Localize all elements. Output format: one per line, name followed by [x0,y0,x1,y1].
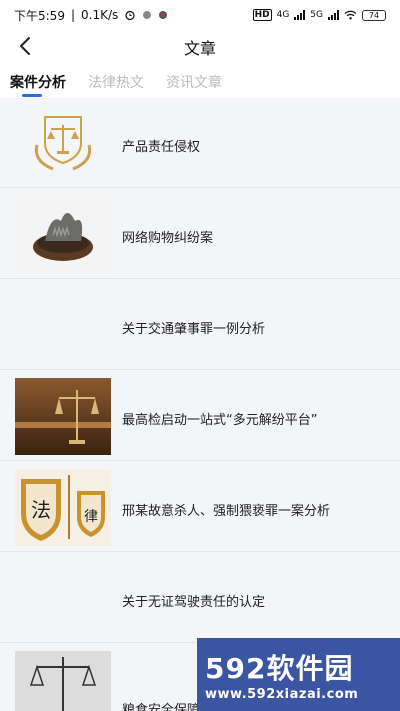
tab-news-articles[interactable]: 资讯文章 [166,64,222,92]
tab-case-analysis[interactable]: 案件分析 [10,64,66,92]
battery-icon: 74 [362,9,386,21]
app-notification-icon [159,11,168,19]
list-item[interactable]: 最高检启动一站式“多元解纷平台” [0,371,400,461]
list-item[interactable]: 关于无证驾驶责任的认定 [0,553,400,643]
watermark-brand: 592软件园 [205,652,354,685]
list-item[interactable]: 网络购物纠纷案 [0,189,400,279]
tab-bar: 案件分析 法律热文 资讯文章 [0,64,400,98]
hd-badge: HD [252,9,272,21]
law-shields-thumbnail: 法 律 [15,469,111,546]
chevron-left-icon[interactable] [14,34,38,58]
sea-cucumber-thumbnail [15,195,111,273]
svg-text:律: 律 [84,509,98,525]
list-item[interactable]: 关于交通肇事罪一例分析 [0,280,400,370]
active-tab-indicator [22,94,42,97]
net-5g-label: 5G [310,10,323,20]
article-title: 最高检启动一站式“多元解纷平台” [122,413,318,428]
signal-5g-icon [328,10,339,20]
status-bar: 下午5:59 | 0.1K/s HD 4G 5G 74 [0,0,400,30]
status-time: 下午5:59 [14,8,65,23]
page-title: 文章 [183,39,216,58]
net-4g-label: 4G [276,10,290,20]
scales-emblem-thumbnail [15,105,111,182]
scales-gray-thumbnail [15,651,111,711]
signal-4g-icon [294,10,306,20]
watermark-logo: 592软件园 www.592xiazai.com [197,638,400,711]
scales-courtroom-thumbnail [15,378,111,455]
title-bar: 文章 [0,30,400,64]
tab-legal-hot[interactable]: 法律热文 [88,64,144,92]
status-net-speed: 0.1K/s [81,8,119,22]
svg-text:法: 法 [31,498,51,522]
wifi-icon [344,10,357,20]
list-item[interactable]: 法 律 邢某故意杀人、强制猥亵罪一案分析 [0,462,400,552]
watermark-url: www.592xiazai.com [205,687,359,702]
article-title: 网络购物纠纷案 [122,231,214,246]
list-item[interactable]: 产品责任侵权 [0,98,400,188]
article-title: 关于无证驾驶责任的认定 [122,595,266,610]
status-divider: | [70,8,75,22]
article-title: 邢某故意杀人、强制猥亵罪一案分析 [122,504,331,519]
article-title: 产品责任侵权 [122,140,201,155]
article-list[interactable]: 产品责任侵权 网络购物纠纷案 关于交通肇事罪一例分析 最高检启动一站式“多元解纷… [0,98,400,711]
article-title: 关于交通肇事罪一例分析 [122,322,266,337]
alarm-icon [125,10,135,21]
notification-dot-icon [143,11,152,19]
